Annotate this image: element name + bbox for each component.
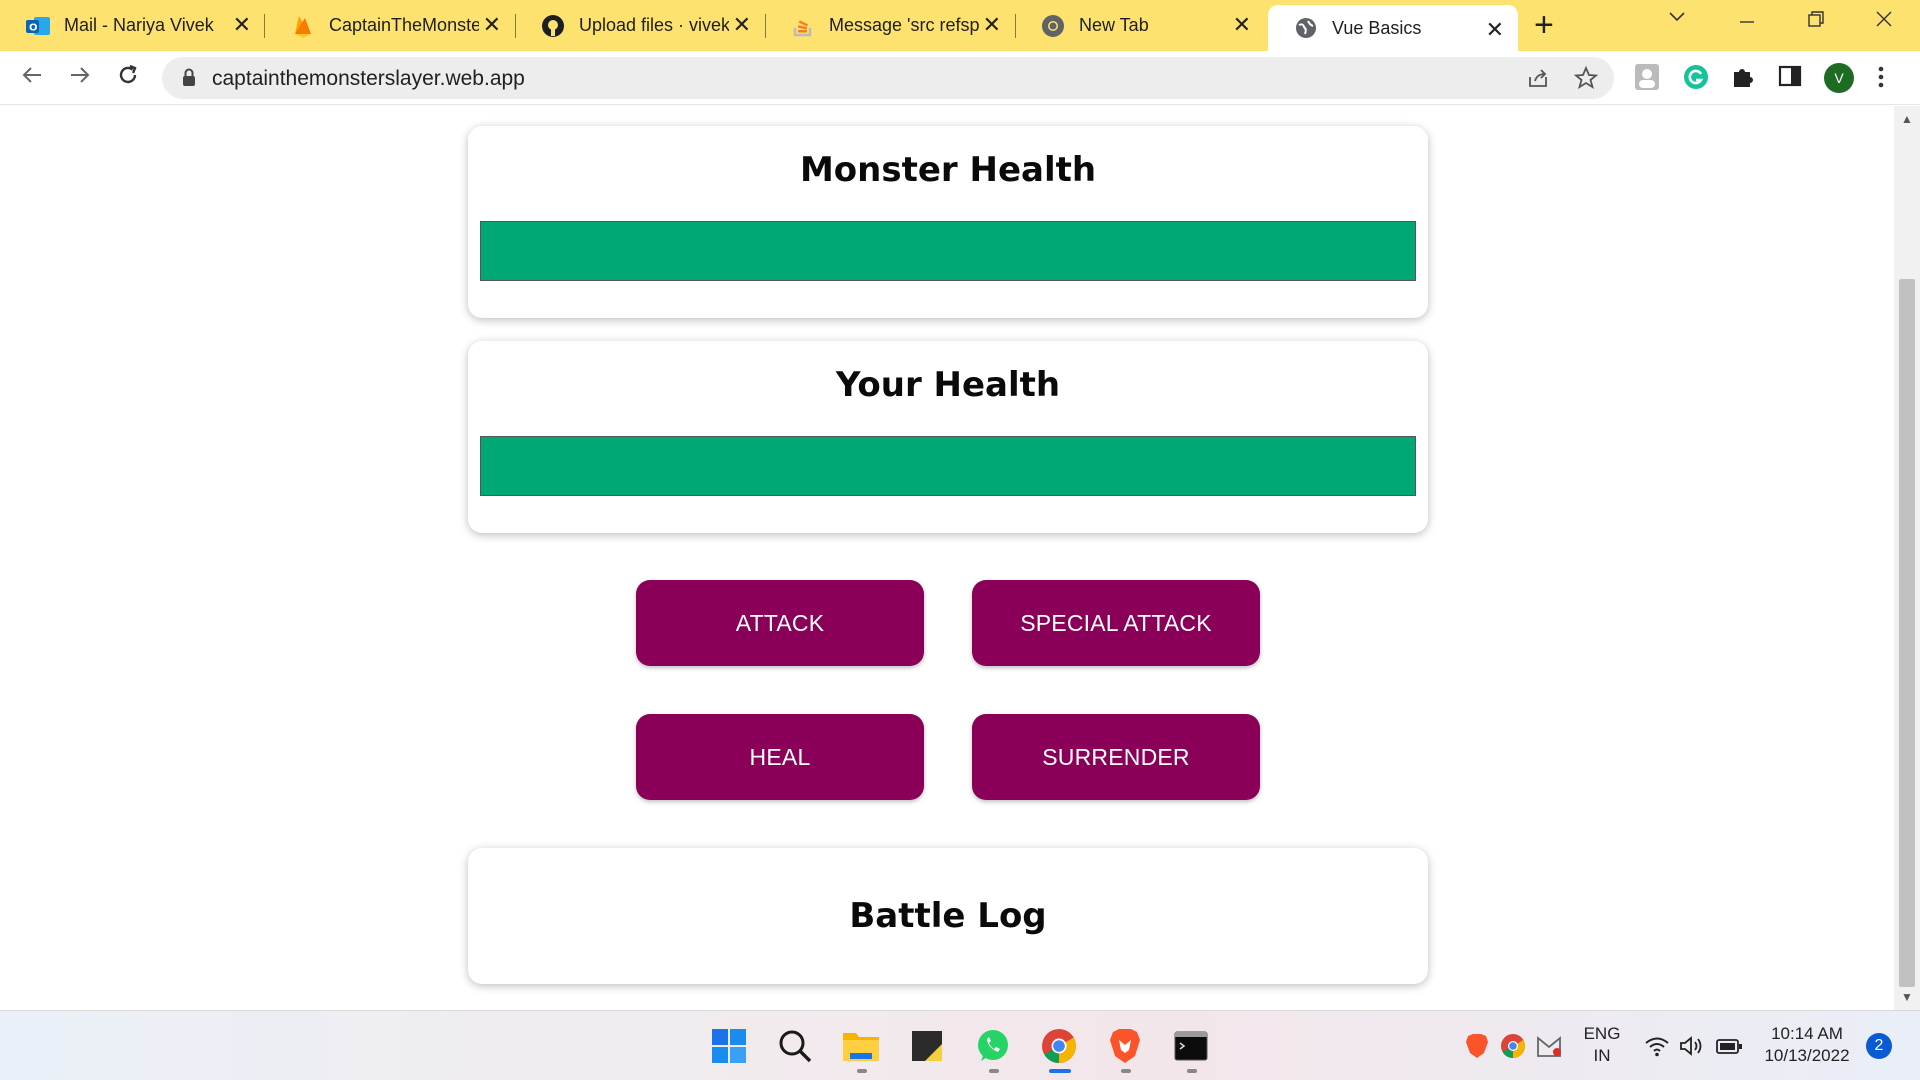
windows-taskbar: ENG IN 10:14 AM 10/13/2022 2 bbox=[0, 1010, 1920, 1080]
close-icon[interactable]: ✕ bbox=[983, 14, 1001, 36]
share-icon[interactable] bbox=[1526, 66, 1550, 95]
lock-icon[interactable] bbox=[182, 68, 196, 91]
reload-icon[interactable] bbox=[116, 63, 140, 92]
scroll-down-icon[interactable]: ▼ bbox=[1901, 990, 1913, 1004]
scrollbar-thumb[interactable] bbox=[1899, 279, 1915, 987]
url-text: captainthemonsterslayer.web.app bbox=[212, 67, 525, 90]
volume-icon[interactable] bbox=[1677, 1031, 1707, 1061]
tab-title: Message 'src refspec bbox=[829, 15, 979, 35]
sticky-notes-icon[interactable] bbox=[908, 1027, 946, 1065]
tab-search-chevron-icon[interactable] bbox=[1668, 6, 1686, 29]
minimize-icon[interactable] bbox=[1738, 8, 1756, 32]
extension-profile-icon[interactable] bbox=[1634, 63, 1660, 96]
battle-log-card: Battle Log bbox=[468, 848, 1428, 984]
tab-title: CaptainTheMonsterSlayer bbox=[329, 15, 479, 35]
battery-icon[interactable] bbox=[1714, 1031, 1744, 1061]
stackoverflow-icon bbox=[791, 14, 815, 38]
close-icon[interactable]: ✕ bbox=[483, 14, 501, 36]
search-icon[interactable] bbox=[776, 1027, 814, 1065]
tab-strip: O Mail - Nariya Vivek ✕ CaptainTheMonste… bbox=[0, 0, 1920, 51]
tab-title: Upload files · vivekn bbox=[579, 15, 729, 35]
file-explorer-icon[interactable] bbox=[842, 1027, 880, 1065]
language-region: IN bbox=[1593, 1046, 1611, 1065]
close-icon[interactable]: ✕ bbox=[1233, 14, 1251, 36]
mail-tray-icon[interactable] bbox=[1534, 1031, 1564, 1061]
language-indicator[interactable]: ENG IN bbox=[1580, 1023, 1624, 1067]
scroll-up-icon[interactable]: ▲ bbox=[1901, 112, 1913, 126]
svg-text:O: O bbox=[29, 22, 38, 33]
monster-health-fill bbox=[481, 222, 1415, 280]
side-panel-icon[interactable] bbox=[1778, 64, 1802, 93]
terminal-icon[interactable] bbox=[1172, 1027, 1210, 1065]
profile-initial: V bbox=[1834, 70, 1844, 86]
restore-icon[interactable] bbox=[1807, 10, 1825, 34]
close-icon[interactable]: ✕ bbox=[733, 14, 751, 36]
notification-badge[interactable]: 2 bbox=[1866, 1033, 1892, 1059]
globe-icon bbox=[1294, 16, 1318, 40]
special-attack-button[interactable]: SPECIAL ATTACK bbox=[972, 580, 1260, 666]
github-icon bbox=[541, 14, 565, 38]
extensions-puzzle-icon[interactable] bbox=[1730, 64, 1756, 95]
close-icon[interactable]: ✕ bbox=[233, 14, 251, 36]
running-indicator bbox=[989, 1069, 999, 1073]
back-icon[interactable] bbox=[20, 63, 44, 92]
clock-time: 10:14 AM bbox=[1771, 1024, 1843, 1043]
monster-health-card: Monster Health bbox=[468, 126, 1428, 318]
surrender-button[interactable]: SURRENDER bbox=[972, 714, 1260, 800]
tab-title: Mail - Nariya Vivek bbox=[64, 15, 214, 35]
player-health-title: Your Health bbox=[835, 365, 1061, 405]
brave-icon[interactable] bbox=[1106, 1027, 1144, 1065]
tab-new-tab[interactable]: New Tab ✕ bbox=[1015, 0, 1265, 51]
tab-stackoverflow[interactable]: Message 'src refspec ✕ bbox=[765, 0, 1015, 51]
close-icon[interactable]: ✕ bbox=[1486, 19, 1504, 41]
clock-date: 10/13/2022 bbox=[1764, 1046, 1850, 1065]
running-indicator bbox=[857, 1069, 867, 1073]
windows-start-icon[interactable] bbox=[710, 1027, 748, 1065]
player-health-fill bbox=[481, 437, 1415, 495]
monster-health-title: Monster Health bbox=[799, 150, 1097, 190]
chrome-tray-icon[interactable] bbox=[1498, 1031, 1528, 1061]
player-health-card: Your Health bbox=[468, 341, 1428, 533]
whatsapp-icon[interactable] bbox=[974, 1027, 1012, 1065]
tab-vue-basics[interactable]: Vue Basics ✕ bbox=[1268, 5, 1518, 51]
chrome-icon bbox=[1041, 14, 1065, 38]
tab-firebase[interactable]: CaptainTheMonsterSlayer ✕ bbox=[265, 0, 515, 51]
browser-toolbar: captainthemonsterslayer.web.app V bbox=[0, 51, 1920, 105]
active-indicator bbox=[1049, 1069, 1071, 1073]
profile-avatar[interactable]: V bbox=[1824, 63, 1854, 98]
heal-button[interactable]: HEAL bbox=[636, 714, 924, 800]
clock[interactable]: 10:14 AM 10/13/2022 bbox=[1754, 1023, 1860, 1067]
tab-mail[interactable]: O Mail - Nariya Vivek ✕ bbox=[0, 0, 265, 51]
forward-icon[interactable] bbox=[68, 63, 92, 92]
tab-github[interactable]: Upload files · vivekn ✕ bbox=[515, 0, 765, 51]
monster-health-bar bbox=[480, 221, 1416, 281]
menu-kebab-icon[interactable] bbox=[1876, 65, 1886, 94]
tab-title: New Tab bbox=[1079, 15, 1149, 35]
bookmark-star-icon[interactable] bbox=[1573, 65, 1599, 95]
language-code: ENG bbox=[1583, 1024, 1621, 1043]
battle-log-title: Battle Log bbox=[849, 896, 1047, 936]
wifi-icon[interactable] bbox=[1642, 1031, 1672, 1061]
page-scrollbar[interactable]: ▲ ▼ bbox=[1894, 106, 1920, 1010]
chrome-taskbar-icon[interactable] bbox=[1040, 1027, 1078, 1065]
tab-title: Vue Basics bbox=[1332, 17, 1422, 38]
page-viewport: Monster Health Your Health ATTACK SPECIA… bbox=[0, 106, 1894, 1010]
address-bar[interactable]: captainthemonsterslayer.web.app bbox=[162, 57, 1614, 99]
player-health-bar bbox=[480, 436, 1416, 496]
brave-tray-icon[interactable] bbox=[1462, 1031, 1492, 1061]
grammarly-icon[interactable] bbox=[1683, 64, 1709, 95]
running-indicator bbox=[1187, 1069, 1197, 1073]
window-close-icon[interactable] bbox=[1875, 10, 1893, 34]
attack-button[interactable]: ATTACK bbox=[636, 580, 924, 666]
firebase-icon bbox=[291, 14, 315, 38]
new-tab-button[interactable]: + bbox=[1534, 8, 1554, 42]
outlook-icon: O bbox=[26, 14, 50, 38]
running-indicator bbox=[1121, 1069, 1131, 1073]
